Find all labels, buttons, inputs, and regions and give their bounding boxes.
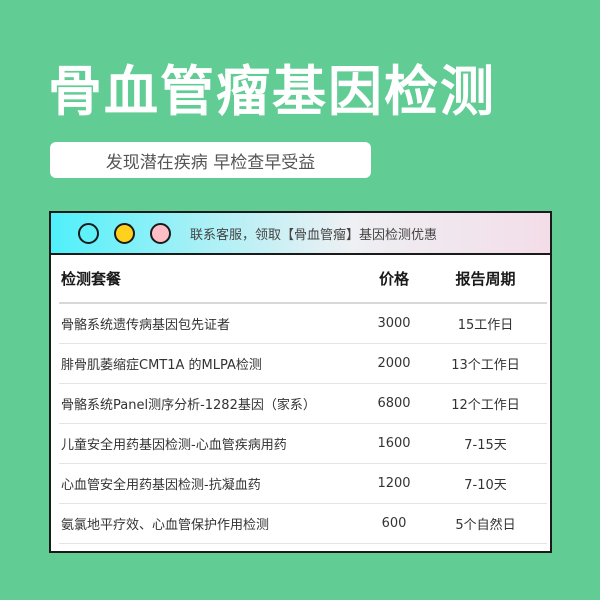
package-price: 1600 (364, 423, 424, 464)
report-period: 7-10天 (424, 463, 547, 504)
price-table-window: 联系客服，领取【骨血管瘤】基因检测优惠 检测套餐 价格 报告周期 骨骼系统遗传病… (49, 211, 552, 553)
package-name: 骨骼系统Panel测序分析-1282基因（家系） (59, 383, 364, 424)
package-price: 2000 (364, 343, 424, 384)
header-period: 报告周期 (424, 255, 547, 304)
report-period: 15工作日 (424, 303, 547, 344)
subtitle-text: 发现潜在疾病 早检查早受益 (105, 152, 316, 173)
package-name: 腓骨肌萎缩症CMT1A 的MLPA检测 (59, 343, 364, 384)
package-price: 1200 (364, 463, 424, 504)
package-price: 6800 (364, 383, 424, 424)
package-name: 儿童安全用药基因检测-心血管疾病用药 (59, 423, 364, 464)
header-price: 价格 (364, 255, 424, 304)
report-period: 5个自然日 (424, 503, 547, 544)
report-period: 13个工作日 (424, 343, 547, 384)
contact-service-message: 联系客服，领取【骨血管瘤】基因检测优惠 (190, 227, 438, 243)
table-row: 氨氯地平疗效、心血管保护作用检测 600 5个自然日 (59, 503, 547, 544)
table-header-row: 检测套餐 价格 报告周期 (59, 255, 547, 304)
table-row: 儿童安全用药基因检测-心血管疾病用药 1600 7-15天 (59, 423, 547, 464)
package-name: 骨骼系统遗传病基因包先证者 (59, 303, 364, 344)
package-price: 3000 (364, 303, 424, 344)
table-row: 骨骼系统Panel测序分析-1282基因（家系） 6800 12个工作日 (59, 383, 547, 424)
subtitle-banner: 发现潜在疾病 早检查早受益 (50, 142, 371, 178)
report-period: 7-15天 (424, 423, 547, 464)
cyan-dot-icon (78, 222, 99, 244)
package-name: 心血管安全用药基因检测-抗凝血药 (59, 463, 364, 504)
window-title-bar: 联系客服，领取【骨血管瘤】基因检测优惠 (51, 213, 550, 255)
report-period: 12个工作日 (424, 383, 547, 424)
header-package: 检测套餐 (59, 255, 364, 304)
page-title: 骨血管瘤基因检测 (48, 60, 496, 123)
yellow-dot-icon (114, 222, 135, 244)
package-price: 600 (364, 503, 424, 544)
table-row: 骨骼系统遗传病基因包先证者 3000 15工作日 (59, 303, 547, 344)
package-table: 检测套餐 价格 报告周期 骨骼系统遗传病基因包先证者 3000 15工作日 腓骨… (59, 255, 547, 544)
pink-dot-icon (150, 222, 171, 244)
table-row: 腓骨肌萎缩症CMT1A 的MLPA检测 2000 13个工作日 (59, 343, 547, 384)
table-row: 心血管安全用药基因检测-抗凝血药 1200 7-10天 (59, 463, 547, 504)
package-name: 氨氯地平疗效、心血管保护作用检测 (59, 503, 364, 544)
